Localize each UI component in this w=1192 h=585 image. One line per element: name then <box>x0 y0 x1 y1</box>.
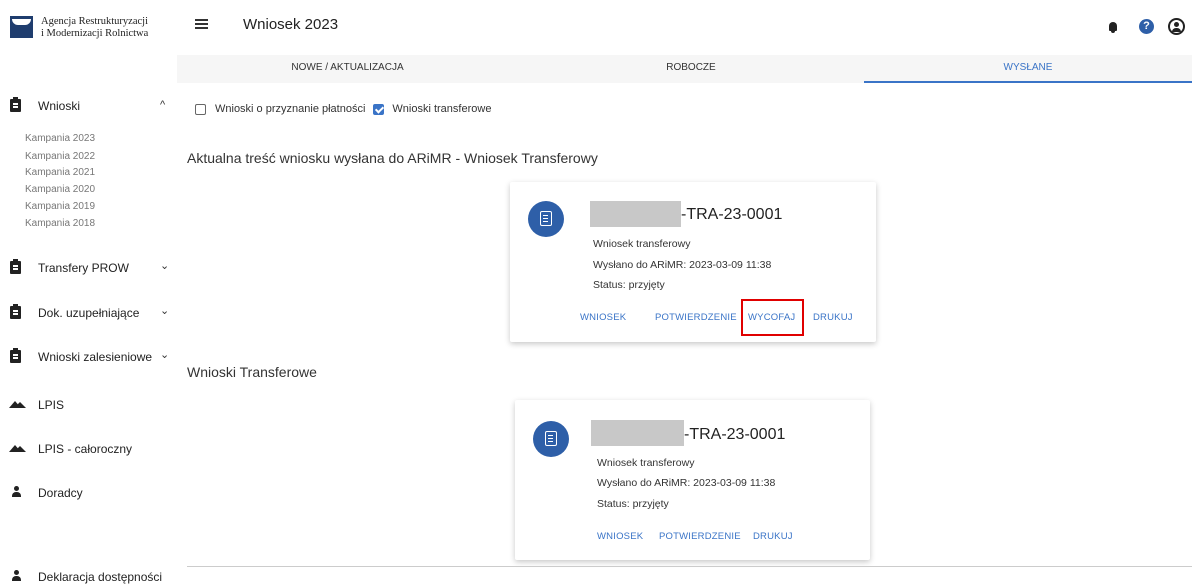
divider <box>187 566 1192 567</box>
logo-text: Agencja Restrukturyzacji i Modernizacji … <box>41 16 148 40</box>
sidebar-item-wnioski-zalesieniowe[interactable]: Wnioski zalesieniowe ⌄ <box>0 348 177 365</box>
list-section-heading: Wnioski Transferowe <box>187 364 317 380</box>
page-title: Wniosek 2023 <box>243 16 339 33</box>
terrain-icon <box>9 445 26 452</box>
wniosek-button[interactable]: WNIOSEK <box>597 531 643 542</box>
account-icon[interactable] <box>1168 18 1185 35</box>
sidebar-item-label: Wnioski <box>38 99 81 113</box>
sidebar-item-label: LPIS <box>38 398 65 412</box>
terrain-icon <box>9 401 26 408</box>
sidebar-item-label: Doradcy <box>38 486 83 500</box>
sidebar-item-label: Deklaracja dostępności <box>38 570 163 584</box>
document-icon <box>528 201 564 237</box>
sidebar-campaign-2023[interactable]: Kampania 2023 <box>25 132 95 145</box>
clipboard-icon <box>10 348 21 363</box>
sidebar-campaign-2022[interactable]: Kampania 2022 <box>25 150 95 163</box>
clipboard-icon <box>10 259 21 274</box>
current-application-card: -TRA-23-0001 Wniosek transferowy Wysłano… <box>510 182 876 342</box>
sidebar-item-dok-uzupelniajace[interactable]: Dok. uzupełniające ⌄ <box>0 304 177 321</box>
payment-applications-checkbox[interactable] <box>195 103 206 115</box>
filter-row: Wnioski o przyznanie płatności Wnioski t… <box>195 103 491 115</box>
application-sent-date: Wysłano do ARiMR: 2023-03-09 11:38 <box>593 259 772 271</box>
sidebar-campaign-2018[interactable]: Kampania 2018 <box>25 217 95 230</box>
sidebar-item-lpis[interactable]: LPIS <box>0 397 177 413</box>
tab-nowe-aktualizacja[interactable]: NOWE / AKTUALIZACJA <box>177 55 518 83</box>
chevron-down-icon[interactable]: ⌄ <box>160 259 169 272</box>
drukuj-button[interactable]: DRUKUJ <box>813 312 853 323</box>
tab-bar: NOWE / AKTUALIZACJA ROBOCZE WYSŁANE <box>177 55 1192 83</box>
tab-wyslane[interactable]: WYSŁANE <box>864 55 1192 83</box>
accessibility-icon <box>12 570 21 582</box>
application-type: Wniosek transferowy <box>593 238 691 250</box>
tab-robocze[interactable]: ROBOCZE <box>518 55 864 83</box>
person-icon <box>12 486 21 498</box>
sidebar-item-lpis-caloroczny[interactable]: LPIS - całoroczny <box>0 441 177 457</box>
transfer-application-card: -TRA-23-0001 Wniosek transferowy Wysłano… <box>515 400 870 560</box>
sidebar-campaign-2020[interactable]: Kampania 2020 <box>25 183 95 196</box>
wycofaj-highlight-box <box>741 299 804 336</box>
clipboard-icon <box>10 97 21 112</box>
application-id: -TRA-23-0001 <box>681 206 783 223</box>
notifications-bell-icon[interactable] <box>1109 22 1117 33</box>
potwierdzenie-button[interactable]: POTWIERDZENIE <box>655 312 737 323</box>
clipboard-icon <box>10 304 21 319</box>
sidebar-item-doradcy[interactable]: Doradcy <box>0 485 177 501</box>
logo-line-1: Agencja Restrukturyzacji <box>41 16 148 27</box>
application-type: Wniosek transferowy <box>597 457 695 469</box>
wniosek-button[interactable]: WNIOSEK <box>580 312 626 323</box>
top-bar: Wniosek 2023 <box>177 0 1192 50</box>
drukuj-button[interactable]: DRUKUJ <box>753 531 793 542</box>
current-section-heading: Aktualna treść wniosku wysłana do ARiMR … <box>187 150 598 166</box>
menu-icon[interactable] <box>195 19 208 29</box>
transfer-applications-checkbox[interactable] <box>373 103 385 115</box>
chevron-down-icon[interactable]: ⌄ <box>160 348 169 361</box>
chevron-down-icon[interactable]: ⌄ <box>160 304 169 317</box>
redacted-id-prefix <box>591 420 684 446</box>
sidebar-item-transfery-prow[interactable]: Transfery PROW ⌄ <box>0 259 177 276</box>
sidebar-item-label: Dok. uzupełniające <box>38 306 140 320</box>
sidebar-item-label: Wnioski zalesieniowe <box>38 350 153 364</box>
sidebar-item-wnioski[interactable]: Wnioski ^ <box>0 97 177 114</box>
arimr-logo[interactable]: Agencja Restrukturyzacji i Modernizacji … <box>10 14 148 40</box>
document-icon <box>533 421 569 457</box>
sidebar-campaign-2021[interactable]: Kampania 2021 <box>25 166 95 179</box>
application-sent-date: Wysłano do ARiMR: 2023-03-09 11:38 <box>597 477 776 489</box>
application-id: -TRA-23-0001 <box>684 426 786 443</box>
sidebar-item-deklaracja-dostepnosci[interactable]: Deklaracja dostępności <box>0 569 177 585</box>
chevron-up-icon[interactable]: ^ <box>160 99 165 111</box>
logo-line-2: i Modernizacji Rolnictwa <box>41 28 149 39</box>
sidebar-campaign-2019[interactable]: Kampania 2019 <box>25 200 95 213</box>
application-status: Status: przyjęty <box>597 498 669 510</box>
arimr-logo-mark-icon <box>10 16 33 38</box>
sidebar-item-label: LPIS - całoroczny <box>38 442 133 456</box>
help-icon[interactable]: ? <box>1139 19 1154 34</box>
redacted-id-prefix <box>590 201 681 227</box>
sidebar: Agencja Restrukturyzacji i Modernizacji … <box>0 0 177 584</box>
potwierdzenie-button[interactable]: POTWIERDZENIE <box>659 531 741 542</box>
payment-applications-label: Wnioski o przyznanie płatności <box>215 103 366 115</box>
application-status: Status: przyjęty <box>593 279 665 291</box>
transfer-applications-label: Wnioski transferowe <box>392 103 492 115</box>
sidebar-item-label: Transfery PROW <box>38 261 129 275</box>
